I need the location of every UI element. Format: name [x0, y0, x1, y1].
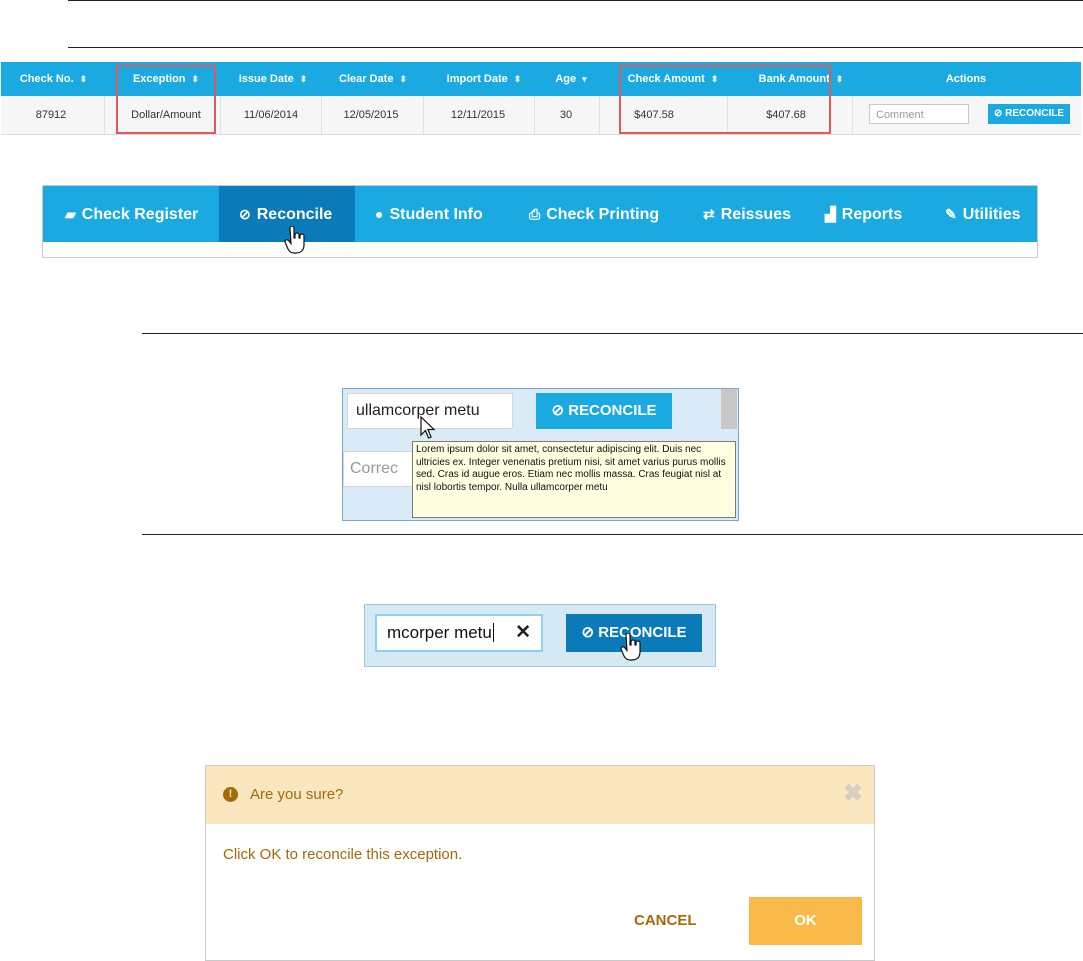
wrench-icon: ✎ [945, 206, 957, 222]
clear-icon[interactable]: ✕ [515, 616, 531, 650]
column-separator [852, 96, 853, 134]
nav-item-check-printing[interactable]: ⎙ Check Printing [529, 186, 659, 242]
area-chart-icon: ▟ [825, 206, 836, 222]
reconcile-button[interactable]: ⊘ RECONCILE [536, 393, 672, 429]
divider-mid [142, 333, 1083, 334]
highlight-exception-column [116, 65, 216, 134]
cell-age: 30 [559, 109, 573, 121]
cell-clear-date: 12/05/2015 [343, 109, 399, 121]
reconcile-button-hover[interactable]: ⊘ RECONCILE [566, 614, 702, 652]
check-circle-icon: ⊘ [993, 108, 1003, 119]
divider-mid-2 [142, 534, 1083, 535]
edit-demo-panel: mcorper metu ✕ ⊘ RECONCILE [364, 604, 716, 667]
nav-bar-frame: ▰ Check Register ⊘ Reconcile ● Student Info… [42, 185, 1038, 258]
column-header-check-no[interactable]: Check No. ⬍ [1, 62, 106, 96]
cell-issue-date: 11/06/2014 [243, 109, 299, 121]
book-icon: ▰ [65, 206, 76, 222]
sort-desc-icon[interactable]: ▾ [582, 62, 587, 96]
reconcile-button[interactable]: ⊘ RECONCILE [988, 104, 1070, 124]
check-circle-icon: ⊘ [551, 402, 565, 419]
cell-import-date: 12/11/2015 [450, 109, 506, 121]
confirm-dialog: ! Are you sure? ✖ Click OK to reconcile … [205, 765, 875, 961]
cancel-button[interactable]: CANCEL [634, 912, 697, 929]
comment-input[interactable]: ullamcorper metu [347, 393, 513, 429]
sort-icon[interactable]: ⬍ [399, 62, 407, 96]
column-header-actions: Actions [945, 73, 987, 85]
scrollbar[interactable] [721, 389, 737, 429]
retweet-icon: ⇄ [703, 206, 715, 222]
sort-icon[interactable]: ⬍ [514, 62, 522, 96]
column-header-clear-date[interactable]: Clear Date ⬍ [323, 62, 423, 96]
user-icon: ● [375, 206, 384, 222]
sort-icon[interactable]: ⬍ [80, 62, 88, 96]
dialog-title: Are you sure? [250, 786, 344, 803]
divider-top-2 [68, 47, 1083, 48]
nav-item-student-info[interactable]: ● Student Info [375, 186, 483, 242]
highlight-amount-columns [619, 65, 831, 134]
nav-item-check-register[interactable]: ▰ Check Register [65, 186, 198, 242]
exclamation-circle-icon: ! [223, 787, 238, 802]
divider-top [68, 0, 1083, 1]
dialog-header: ! Are you sure? ✖ [206, 766, 874, 824]
column-separator [599, 96, 600, 134]
column-header-age[interactable]: Age ▾ [531, 62, 611, 96]
column-header-import-date[interactable]: Import Date ⬍ [429, 62, 539, 96]
column-separator [104, 96, 105, 134]
dialog-message: Click OK to reconcile this exception. [223, 846, 463, 863]
printer-icon: ⎙ [529, 206, 541, 222]
nav-item-reissues[interactable]: ⇄ Reissues [703, 186, 791, 242]
main-nav: ▰ Check Register ⊘ Reconcile ● Student Info… [43, 186, 1037, 242]
comment-input[interactable]: Comment [869, 104, 969, 124]
check-circle-icon: ⊘ [239, 206, 251, 222]
nav-item-utilities[interactable]: ✎ Utilities [945, 186, 1021, 242]
sort-icon[interactable]: ⬍ [300, 62, 308, 96]
ok-button[interactable]: OK [749, 897, 862, 945]
comment-tooltip: Lorem ipsum dolor sit amet, consectetur … [412, 441, 736, 518]
nav-item-reports[interactable]: ▟ Reports [825, 186, 902, 242]
cell-check-no: 87912 [35, 109, 67, 121]
comment-input-focused[interactable]: mcorper metu ✕ [375, 614, 543, 652]
column-header-issue-date[interactable]: Issue Date ⬍ [223, 62, 323, 96]
check-circle-icon: ⊘ [581, 624, 595, 641]
sort-icon[interactable]: ⬍ [836, 62, 844, 96]
close-icon[interactable]: ✖ [843, 779, 863, 808]
nav-item-reconcile[interactable]: ⊘ Reconcile [219, 186, 355, 242]
